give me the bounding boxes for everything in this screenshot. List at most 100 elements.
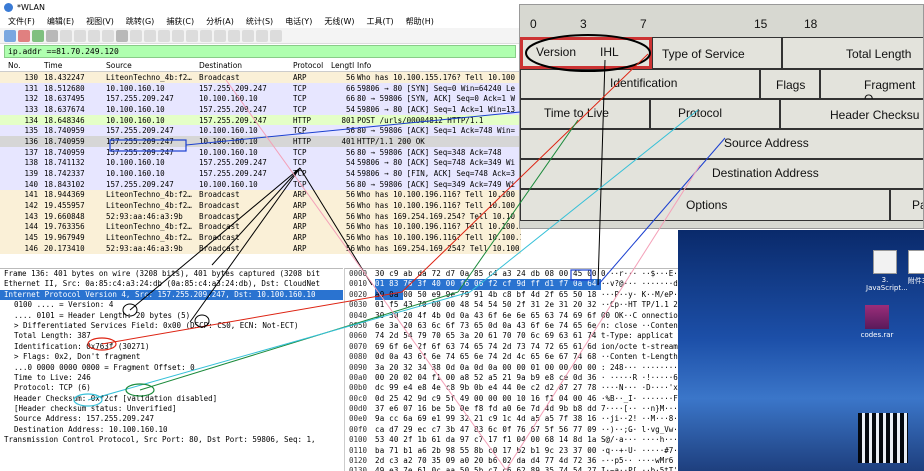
- packet-row[interactable]: 138 18.741132 10.100.160.10 157.255.209.247…: [0, 157, 521, 169]
- tree-item[interactable]: Frame 136: 401 bytes on wire (3208 bits)…: [0, 269, 343, 279]
- hex-a[interactable]: n: close ··Conten: [601, 321, 678, 331]
- hex-b[interactable]: a0 0a 00 50 e9 9e 79 91 4b c8 bf 4d 2f 6…: [375, 289, 601, 301]
- hex-o[interactable]: 00a0: [345, 373, 375, 383]
- menu-item[interactable]: 跳转(G): [126, 16, 154, 27]
- tree-item[interactable]: Ethernet II, Src: 0a:85:c4:a3:24:db (0a:…: [0, 279, 343, 289]
- column-info[interactable]: Info: [357, 61, 521, 70]
- hex-b[interactable]: 69 6f 6e 2f 6f 63 74 65 74 2d 73 74 72 6…: [375, 342, 601, 352]
- packet-row[interactable]: 136 18.740959 157.255.209.247 10.100.160.10…: [0, 136, 521, 147]
- options-icon[interactable]: [46, 29, 58, 42]
- tree-item[interactable]: Total Length: 387: [0, 331, 343, 341]
- packet-row[interactable]: 132 18.637495 157.255.209.247 10.100.160.10…: [0, 93, 521, 105]
- hex-b[interactable]: 37 e6 07 16 be 5b 0e f8 fd a0 6e 7d 4d 9…: [375, 404, 601, 414]
- go-to-packet-icon[interactable]: [158, 29, 170, 42]
- column-destination[interactable]: Destination: [199, 61, 293, 70]
- packet-row[interactable]: 145 19.967949 LiteonTechno_4b:f2… Broadcast…: [0, 232, 521, 243]
- tree-item[interactable]: Destination Address: 10.100.160.10: [0, 425, 343, 435]
- column-source[interactable]: Source: [106, 61, 199, 70]
- packet-row[interactable]: 141 18.944369 LiteonTechno_4b:f2… Broadcast…: [0, 189, 521, 201]
- hex-o[interactable]: 0030: [345, 300, 375, 310]
- zoom-in-icon[interactable]: [228, 29, 240, 42]
- autoscroll-icon[interactable]: [200, 29, 212, 42]
- column-time[interactable]: Time: [44, 61, 106, 70]
- hex-o[interactable]: 0040: [345, 311, 375, 321]
- hex-b[interactable]: 30 30 20 4f 4b 0d 0a 43 6f 6e 6e 65 63 7…: [375, 311, 601, 321]
- hex-b[interactable]: 9a cc 6a 69 e1 99 32 21 c9 1c 4d a5 a5 7…: [375, 414, 601, 424]
- desktop-icon-codes-rar[interactable]: codes.rar: [858, 305, 896, 339]
- close-file-icon[interactable]: [88, 29, 100, 42]
- hex-b[interactable]: 01 f5 43 70 00 00 48 54 54 50 2f 31 2e 3…: [375, 300, 601, 310]
- hex-a[interactable]: ·%B··_I· ·······F: [601, 394, 678, 404]
- hex-o[interactable]: 0050: [345, 321, 375, 331]
- hex-o[interactable]: 0000: [345, 269, 375, 279]
- normal-size-icon[interactable]: [256, 29, 268, 42]
- hex-o[interactable]: 0010: [345, 279, 375, 289]
- hex-a[interactable]: · ·····R ·!·····6: [601, 373, 678, 383]
- tree-item[interactable]: Time to Live: 246: [0, 373, 343, 383]
- menu-item[interactable]: 捕获(C): [166, 16, 194, 27]
- packet-row[interactable]: 133 18.637674 10.100.160.10 157.255.209.247…: [0, 104, 521, 115]
- hex-a[interactable]: ion/octe t-stream: [601, 342, 678, 352]
- hex-a[interactable]: I·~a··P[ ··b·5tT': [601, 466, 678, 471]
- hex-b[interactable]: 6e 3a 20 63 6c 6f 73 65 0d 0a 43 6f 6e 7…: [375, 321, 601, 331]
- desktop-icon-attachment[interactable]: 附件3: [898, 250, 924, 286]
- hex-o[interactable]: 00d0: [345, 404, 375, 414]
- hex-a[interactable]: 00 OK··C onnectio: [601, 311, 678, 321]
- tree-item[interactable]: Source Address: 157.255.209.247: [0, 414, 343, 424]
- menu-item[interactable]: 视图(V): [86, 16, 114, 27]
- column-no[interactable]: No.: [0, 61, 44, 70]
- hex-a[interactable]: ··)··;G· l·vg_Vw·: [601, 425, 678, 435]
- hex-o[interactable]: 00e0: [345, 414, 375, 424]
- hex-a[interactable]: t-Type: applicat: [601, 331, 675, 341]
- hex-b[interactable]: 49 e3 7e 61 0c aa 50 5b c7 c6 62 89 35 7…: [375, 466, 601, 471]
- last-packet-icon[interactable]: [186, 29, 198, 42]
- hex-b[interactable]: 0d 0a 43 6f 6e 74 65 6e 74 2d 4c 65 6e 6…: [375, 352, 601, 362]
- menu-item[interactable]: 编辑(E): [47, 16, 74, 27]
- hex-o[interactable]: 0090: [345, 363, 375, 373]
- hex-b[interactable]: 0d 25 42 9d c9 5f 49 00 00 00 10 16 f1 0…: [375, 394, 601, 404]
- tree-item[interactable]: [Header checksum status: Unverified]: [0, 404, 343, 414]
- hex-o[interactable]: 00f0: [345, 425, 375, 435]
- tree-item[interactable]: > Flags: 0x2, Don't fragment: [0, 352, 343, 362]
- packet-row[interactable]: 134 18.648346 10.100.160.10 157.255.209.247…: [0, 114, 521, 126]
- zoom-out-icon[interactable]: [242, 29, 254, 42]
- hex-a[interactable]: ·q··+·U· ·····#7·: [601, 446, 678, 456]
- hex-a[interactable]: ····N··· ·D····'x: [601, 383, 678, 393]
- first-packet-icon[interactable]: [172, 29, 184, 42]
- colorize-icon[interactable]: [214, 29, 226, 42]
- display-filter-input[interactable]: [8, 47, 488, 56]
- hex-b[interactable]: 3a 20 32 34 38 0d 0a 0d 0a 00 00 01 00 0…: [375, 363, 601, 373]
- hex-o[interactable]: 0100: [345, 435, 375, 445]
- restart-capture-icon[interactable]: [32, 29, 44, 42]
- hex-o[interactable]: 00c0: [345, 394, 375, 404]
- stop-capture-icon[interactable]: [18, 29, 30, 42]
- packet-row[interactable]: 130 18.432247 LiteonTechno_4b:f2… Broadcast…: [0, 72, 521, 83]
- hex-o[interactable]: 00b0: [345, 383, 375, 393]
- column-length[interactable]: Lengtl: [331, 61, 357, 70]
- hex-o[interactable]: 0110: [345, 446, 375, 456]
- hex-o[interactable]: 0130: [345, 466, 375, 471]
- reload-icon[interactable]: [102, 29, 114, 42]
- hex-a[interactable]: -··p5·· ····wMr6: [601, 456, 675, 466]
- hex-b[interactable]: ba 71 b1 a6 2b 98 55 8b c0 17 b2 b1 9c 2…: [375, 446, 601, 456]
- hex-b[interactable]: 74 2d 54 79 70 65 3a 20 61 70 70 6c 69 6…: [375, 331, 601, 341]
- hex-a[interactable]: 7····[·· ··n}M···: [601, 404, 678, 414]
- menu-item[interactable]: 统计(S): [246, 16, 273, 27]
- hex-b[interactable]: 53 40 2f 1b 61 da 97 c7 17 f1 04 00 68 1…: [375, 435, 601, 445]
- hex-b[interactable]: 2d c3 a2 70 35 09 a0 20 b6 02 da d4 77 4…: [375, 456, 601, 466]
- menu-item[interactable]: 文件(F): [8, 16, 35, 27]
- tree-item[interactable]: 0100 .... = Version: 4: [0, 300, 343, 310]
- tree-item[interactable]: > Differentiated Services Field: 0x00 (D…: [0, 321, 343, 331]
- hex-a[interactable]: ··v?@··· ·······d: [601, 279, 678, 289]
- menu-item[interactable]: 分析(A): [206, 16, 234, 27]
- start-capture-icon[interactable]: [4, 29, 16, 42]
- tree-item[interactable]: Internet Protocol Version 4, Src: 157.25…: [0, 289, 343, 301]
- hex-a[interactable]: S@/·a··· ····h···: [601, 435, 678, 445]
- packet-row[interactable]: 144 19.763356 LiteonTechno_4b:f2… Broadcast…: [0, 221, 521, 233]
- packet-row[interactable]: 139 18.742337 10.100.160.10 157.255.209.247…: [0, 168, 521, 179]
- tree-item[interactable]: ...0 0000 0000 0000 = Fragment Offset: 0: [0, 363, 343, 373]
- go-forward-icon[interactable]: [144, 29, 156, 42]
- tree-item[interactable]: Identification: 0x763f (30271): [0, 342, 343, 352]
- packet-row[interactable]: 140 18.843102 157.255.209.247 10.100.160.10…: [0, 178, 521, 190]
- hex-o[interactable]: 0060: [345, 331, 375, 341]
